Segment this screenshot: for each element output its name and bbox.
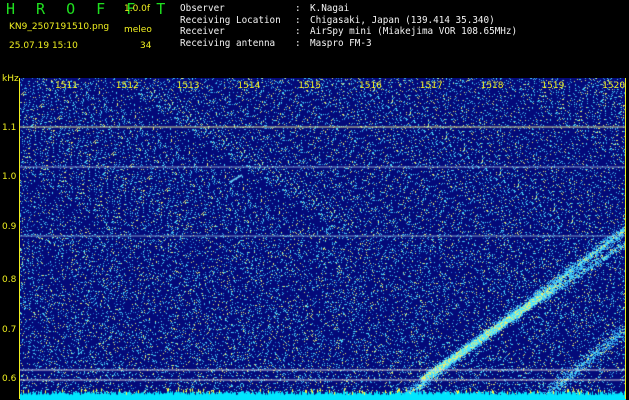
x-tick-label: 1512 bbox=[115, 81, 139, 91]
x-tick-label: 1513 bbox=[176, 81, 200, 91]
x-tick-label: 1519 bbox=[541, 81, 565, 91]
y-tick-label: 1.1 bbox=[2, 123, 17, 133]
y-tick-label: 0.9 bbox=[2, 222, 17, 232]
metadata-sep: : bbox=[295, 26, 301, 37]
y-unit-label: kHz bbox=[2, 74, 19, 84]
metadata-sep: : bbox=[295, 14, 301, 26]
metadata-value: Chigasaki, Japan (139.414 35.340) bbox=[310, 14, 495, 26]
y-tick-label: 0.8 bbox=[2, 275, 17, 285]
datetime-label: 25.07.19 15:10 bbox=[9, 41, 78, 51]
version-label: 1.0.0f bbox=[124, 4, 151, 14]
header-panel: H R O F F T 1.0.0f KN9_2507191510.png me… bbox=[0, 0, 629, 72]
metadata-key: Receiving Location bbox=[180, 14, 281, 26]
metadata-row: Observer: K.Nagai bbox=[180, 3, 517, 15]
metadata-sep: : bbox=[295, 3, 301, 14]
x-tick-label: 1516 bbox=[359, 81, 382, 91]
x-tick-label: 1518 bbox=[480, 81, 504, 91]
metadata-row: Receiver: AirSpy mini (Miakejima VOR 108.… bbox=[180, 26, 517, 38]
metadata-block: Observer: K.Nagai Receiving Location: Chig… bbox=[180, 3, 517, 49]
x-tick-label: 1514 bbox=[237, 81, 261, 91]
meleo-label: meleo bbox=[124, 25, 152, 35]
metadata-sep: : bbox=[295, 37, 301, 49]
plot-frame bbox=[19, 78, 626, 399]
metadata-value: K.Nagai bbox=[310, 3, 350, 14]
metadata-row: Receiving Location: Chigasaki, Japan (139… bbox=[180, 15, 517, 27]
metadata-row: Receiving antenna: Maspro FM-3 bbox=[180, 38, 517, 50]
x-tick-label: 1517 bbox=[419, 81, 443, 91]
y-tick-label: 1.0 bbox=[2, 172, 17, 182]
metadata-value: AirSpy mini (Miakejima VOR 108.65MHz) bbox=[310, 26, 518, 37]
metadata-key: Receiver bbox=[180, 26, 225, 37]
y-tick-label: 0.7 bbox=[2, 325, 17, 335]
x-tick-label: 1520 bbox=[602, 81, 626, 91]
x-tick-label: 1511 bbox=[55, 81, 78, 91]
x-tick-label: 1515 bbox=[298, 81, 322, 91]
filename-label: KN9_2507191510.png bbox=[9, 22, 110, 32]
count-label: 34 bbox=[140, 41, 152, 51]
metadata-key: Receiving antenna bbox=[180, 37, 276, 49]
metadata-key: Observer bbox=[180, 3, 225, 14]
y-tick-label: 0.6 bbox=[2, 374, 17, 384]
metadata-value: Maspro FM-3 bbox=[310, 37, 372, 49]
